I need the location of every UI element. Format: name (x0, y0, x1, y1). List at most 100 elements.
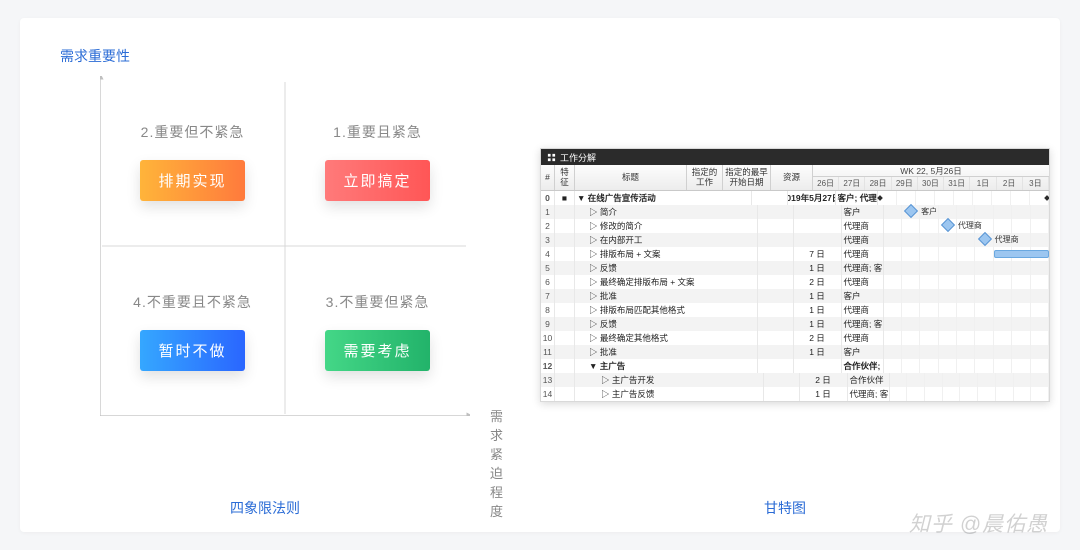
table-row: 10▷ 最终确定其他格式2 日代理商 (541, 331, 1049, 345)
cell (758, 359, 794, 373)
cell (758, 219, 794, 233)
quadrant-4: 4.不重要且不紧急 暂时不做 (100, 246, 285, 416)
table-row: 6▷ 最终确定排版布局 + 文案2 日代理商 (541, 275, 1049, 289)
gantt-body: 0■▼ 在线广告宣传活动2019年5月27日客户; 代理1▷ 简介客户客户2▷ … (541, 191, 1049, 401)
cell: 代理商 (842, 219, 884, 233)
table-row: 3▷ 在内部开工代理商代理商 (541, 233, 1049, 247)
table-row: 2▷ 修改的简介代理商代理商 (541, 219, 1049, 233)
cell: ▷ 批准 (575, 345, 758, 359)
table-row: 15▷ 最终确定主广告1 日合作伙伴 (541, 401, 1049, 402)
cell (758, 261, 794, 275)
cell: 1 (541, 205, 555, 219)
cell: 2 日 (794, 275, 842, 289)
cell: 客户 (842, 289, 884, 303)
cell (555, 303, 575, 317)
gantt-header-left: # 特征 标题 指定的工作 指定的最早开始日期 资源 (541, 165, 813, 190)
cell: 0 (541, 191, 555, 205)
cell: 8 (541, 303, 555, 317)
gantt-header-right: WK 22, 5月26日 26日27日28日29日30日31日1日2日3日 (813, 165, 1049, 190)
cell: 1 日 (794, 261, 842, 275)
cell (794, 359, 842, 373)
q4-title: 4.不重要且不紧急 (133, 292, 252, 312)
col-feat: 特征 (555, 165, 575, 190)
timeline-cell (878, 191, 1050, 205)
cell (764, 387, 800, 401)
cell: 合作伙伴 (848, 373, 890, 387)
cell: ▷ 批准 (575, 289, 758, 303)
table-row: 8 ▷ 排版布局匹配其他格式 1 日代理商 (541, 303, 1049, 317)
tree-icon (547, 153, 556, 162)
cell: 2 日 (794, 331, 842, 345)
table-row: 11▷ 批准1 日客户 (541, 345, 1049, 359)
cell: 代理商 (842, 303, 884, 317)
table-row: 12▼ 主广告合作伙伴; (541, 359, 1049, 373)
timeline-cell: 客户 (884, 205, 1050, 219)
cell: 13 (541, 373, 555, 387)
col-title: 标题 (575, 165, 687, 190)
cell: ▷ 排版布局匹配其他格式 (575, 303, 758, 317)
q2-title: 2.重要但不紧急 (141, 122, 245, 142)
cell: 1 日 (794, 303, 842, 317)
gantt-window: 工作分解 # 特征 标题 指定的工作 指定的最早开始日期 资源 WK 22, 5… (540, 148, 1050, 402)
quadrant-1: 1.重要且紧急 立即搞定 (285, 76, 470, 246)
gantt-header: # 特征 标题 指定的工作 指定的最早开始日期 资源 WK 22, 5月26日 … (541, 165, 1049, 191)
cell: 2 日 (800, 373, 848, 387)
cell: 12 (541, 359, 555, 373)
page: 需求重要性 2.重要但不紧急 排期实现 (0, 0, 1080, 550)
cell (752, 191, 788, 205)
cell: ■ (555, 191, 575, 205)
q1-action: 立即搞定 (325, 160, 429, 201)
cell: 客户 (842, 205, 884, 219)
table-row: 0■▼ 在线广告宣传活动2019年5月27日客户; 代理 (541, 191, 1049, 205)
timeline-cell: 代理商 (884, 219, 1050, 233)
cell (555, 247, 575, 261)
q1-title: 1.重要且紧急 (333, 122, 422, 142)
table-row: 13▷ 主广告开发2 日合作伙伴 (541, 373, 1049, 387)
timeline-cell (884, 275, 1050, 289)
day-col: 2日 (997, 177, 1023, 190)
timeline-cell (884, 345, 1050, 359)
cell: ▷ 排版布局 + 文案 (575, 247, 758, 261)
cell: ▷ 反馈 (575, 261, 758, 275)
cell: 代理商; 客 (842, 317, 884, 331)
timeline-cell (884, 289, 1050, 303)
cell: ▷ 反馈 (575, 317, 758, 331)
cell: ▷ 最终确定其他格式 (575, 331, 758, 345)
col-res: 资源 (771, 165, 813, 190)
table-row: 9▷ 反馈1 日代理商; 客 (541, 317, 1049, 331)
col-assigned: 指定的工作 (687, 165, 723, 190)
col-days: 26日27日28日29日30日31日1日2日3日 (813, 177, 1049, 190)
col-week: WK 22, 5月26日 (813, 165, 1049, 177)
cell (758, 331, 794, 345)
cell: 1 日 (794, 345, 842, 359)
cell: ▷ 在内部开工 (575, 233, 758, 247)
table-row: 4▷ 排版布局 + 文案7 日代理商 (541, 247, 1049, 261)
day-col: 27日 (839, 177, 865, 190)
table-row: 7▷ 批准1 日客户 (541, 289, 1049, 303)
cell (555, 261, 575, 275)
cell: 代理商; 客 (842, 261, 884, 275)
cell (555, 331, 575, 345)
gantt-titlebar: 工作分解 (541, 149, 1049, 165)
cell (758, 317, 794, 331)
quadrant-2: 2.重要但不紧急 排期实现 (100, 76, 285, 246)
cell: 4 (541, 247, 555, 261)
timeline-cell (884, 261, 1050, 275)
table-row: 5▷ 反馈1 日代理商; 客 (541, 261, 1049, 275)
cell (555, 233, 575, 247)
cell: ▼ 在线广告宣传活动 (575, 191, 752, 205)
card: 需求重要性 2.重要但不紧急 排期实现 (20, 18, 1060, 532)
cell: 7 日 (794, 247, 842, 261)
cell (555, 317, 575, 331)
timeline-cell (884, 359, 1050, 373)
cell (555, 289, 575, 303)
left-caption: 四象限法则 (20, 498, 510, 518)
cell (758, 205, 794, 219)
day-col: 1日 (970, 177, 996, 190)
day-col: 30日 (918, 177, 944, 190)
timeline-cell (884, 247, 1050, 261)
cell: 1 日 (800, 387, 848, 401)
cell (555, 387, 575, 401)
q4-action: 暂时不做 (140, 330, 244, 371)
timeline-cell (890, 387, 1050, 401)
